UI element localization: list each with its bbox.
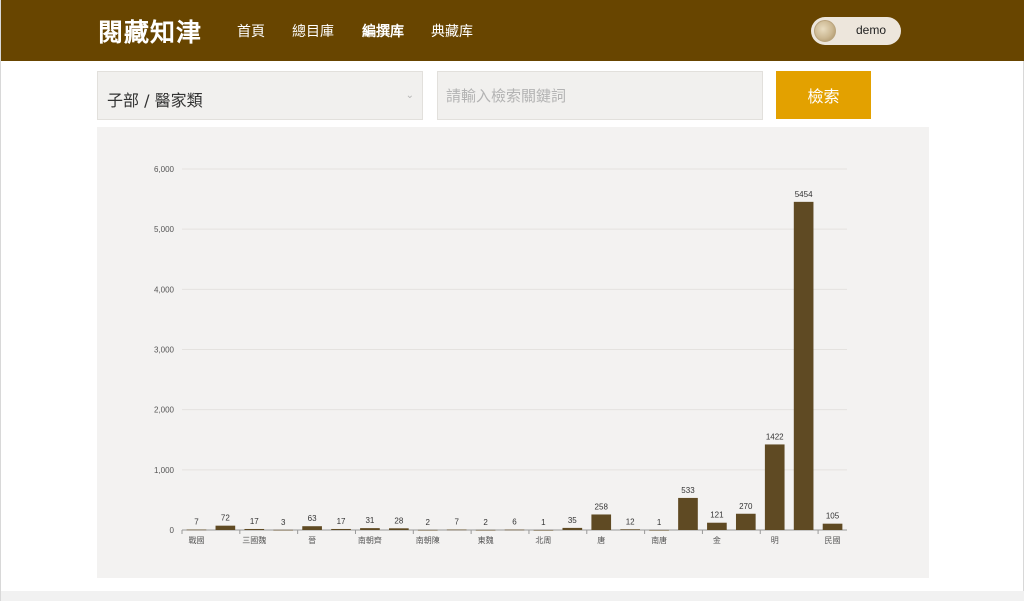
bar-value-label: 35: [568, 516, 577, 525]
chart-bar: [389, 528, 409, 530]
bar-value-label: 533: [681, 486, 695, 495]
bar-value-label: 2: [426, 518, 431, 527]
y-tick-label: 0: [170, 526, 175, 535]
chart-bar: [735, 513, 756, 530]
bar-value-label: 31: [365, 516, 374, 525]
chart-bar: [273, 529, 294, 531]
x-tick-label: 民國: [825, 536, 841, 545]
chart-bar: [793, 201, 814, 530]
x-tick-label: 南朝齊: [358, 535, 382, 545]
bar-value-label: 1422: [766, 432, 784, 441]
chart-bar: [215, 525, 236, 530]
top-header: 閱藏知津 首頁 總目庫 編撰库 典藏库 demo: [1, 0, 1024, 61]
chart-bar: [446, 529, 467, 531]
user-name: demo: [856, 23, 887, 37]
chart-bar: [707, 522, 727, 530]
x-tick-label: 三國魏: [242, 535, 266, 545]
bar-value-label: 2: [483, 518, 488, 527]
bar-value-label: 63: [308, 514, 317, 523]
chart-bar: [533, 529, 554, 531]
x-tick-label: 南朝陳: [416, 535, 440, 545]
category-select[interactable]: 子部 / 醫家類 ⌄: [97, 71, 423, 120]
bar-value-label: 5454: [795, 190, 813, 199]
bar-value-label: 7: [454, 518, 459, 527]
x-tick-label: 東魏: [478, 535, 494, 545]
chart-panel: 0 1,000 2,000 3,000 4,000 5,000 6,000 7 72 17 3 63 1…: [97, 127, 929, 578]
bar-value-label: 72: [221, 514, 230, 523]
x-tick-label: 晉: [308, 536, 316, 545]
bar-value-label: 6: [512, 518, 517, 527]
category-selected-value: 子部 / 醫家類: [107, 91, 203, 110]
x-tick-label: 北周: [535, 536, 551, 545]
x-tick-label: 戰國: [188, 535, 204, 545]
bar-chart: 01,0002,0003,0004,0005,0006,0007 72 17 3 63 1…: [154, 165, 847, 545]
chart-bar: [244, 528, 265, 530]
chart-bar: [186, 529, 207, 531]
y-tick-label: 4,000: [154, 285, 175, 294]
footer-band: [1, 591, 1024, 601]
x-tick-label: 明: [771, 536, 779, 545]
nav-catalog[interactable]: 總目庫: [292, 21, 334, 41]
bar-value-label: 1: [657, 518, 662, 527]
chart-bar: [475, 529, 496, 531]
bar-value-label: 7: [194, 518, 199, 527]
chart-bar: [620, 529, 640, 530]
bar-value-label: 17: [250, 517, 259, 526]
nav-compilation[interactable]: 編撰库: [362, 21, 404, 41]
nav-collection[interactable]: 典藏库: [431, 21, 473, 41]
chevron-down-icon: ⌄: [405, 90, 414, 101]
chart-bar: [822, 523, 843, 530]
bar-value-label: 28: [394, 516, 403, 525]
x-tick-label: 南唐: [651, 535, 667, 545]
nav-home[interactable]: 首頁: [237, 21, 265, 41]
chart-bar: [678, 497, 698, 530]
site-logo[interactable]: 閱藏知津: [98, 13, 202, 49]
chart-bar: [649, 529, 669, 531]
y-tick-label: 3,000: [154, 346, 175, 355]
chart-bar: [504, 529, 525, 531]
chart-bar: [764, 444, 785, 530]
bar-value-label: 12: [626, 517, 635, 526]
y-tick-label: 6,000: [154, 165, 175, 174]
chart-bar: [591, 514, 612, 530]
bar-value-label: 17: [337, 517, 346, 526]
chart-bar: [331, 528, 351, 530]
bar-value-label: 270: [739, 502, 753, 511]
chart-bar: [562, 527, 583, 530]
bar-value-label: 121: [710, 511, 724, 520]
bar-value-label: 105: [826, 512, 840, 521]
y-tick-label: 1,000: [154, 466, 175, 475]
user-menu[interactable]: demo: [811, 17, 901, 45]
bar-value-label: 258: [595, 502, 609, 511]
chart-bar: [360, 528, 380, 530]
bar-value-label: 1: [541, 518, 546, 527]
x-tick-label: 唐: [597, 535, 605, 545]
bar-value-label: 3: [281, 518, 286, 527]
y-tick-label: 2,000: [154, 406, 175, 415]
avatar: [814, 20, 836, 42]
search-button[interactable]: 檢索: [776, 71, 871, 119]
chart-bar: [417, 529, 438, 531]
x-tick-label: 金: [713, 535, 721, 545]
y-tick-label: 5,000: [154, 225, 175, 234]
chart-bar: [302, 526, 322, 530]
search-input[interactable]: [437, 71, 763, 120]
